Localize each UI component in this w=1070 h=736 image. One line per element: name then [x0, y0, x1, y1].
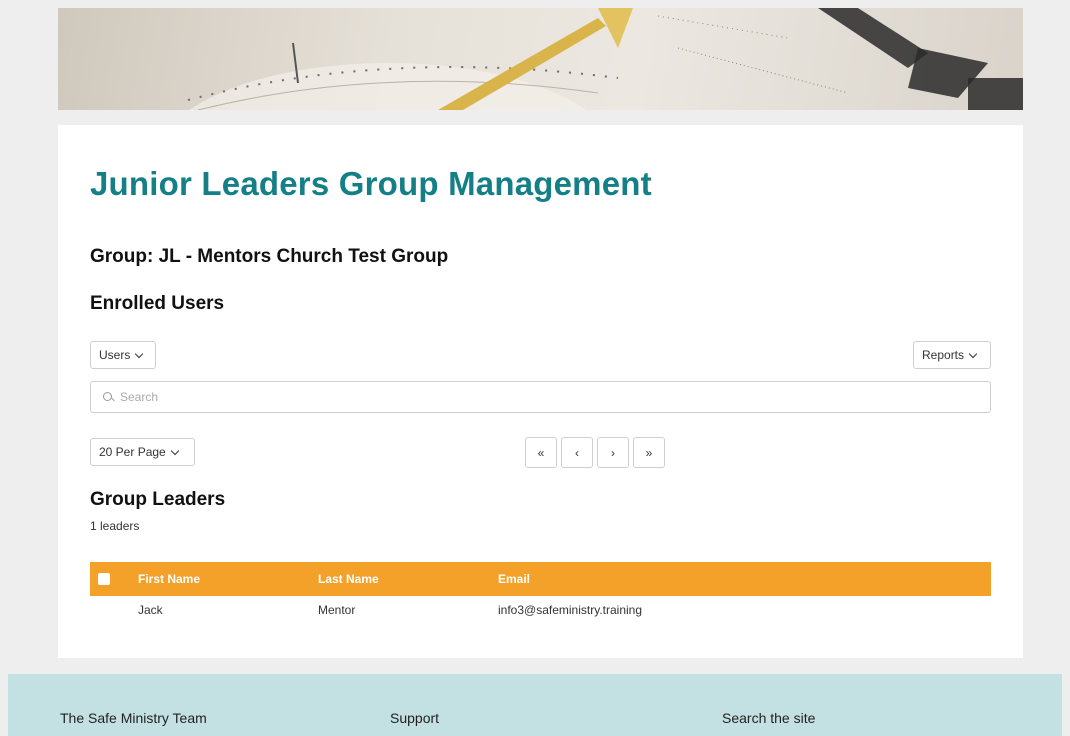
previous-page-button[interactable]: ‹ — [561, 437, 593, 468]
chevron-down-icon — [135, 349, 144, 358]
footer-support: Support — [390, 710, 440, 726]
chevron-down-icon — [968, 349, 978, 358]
next-page-button[interactable]: › — [597, 437, 629, 468]
content-card: Junior Leaders Group Management Group: J… — [58, 125, 1023, 658]
column-header-last-name[interactable]: Last Name — [318, 572, 498, 586]
search-icon — [103, 391, 114, 403]
select-all-checkbox[interactable] — [98, 573, 110, 585]
group-title: Group: JL - Mentors Church Test Group — [90, 246, 449, 267]
enrolled-users-heading: Enrolled Users — [90, 293, 225, 314]
group-leaders-heading: Group Leaders — [90, 489, 226, 510]
per-page-label: 20 Per Page — [99, 445, 166, 459]
search-box[interactable] — [90, 381, 991, 413]
cell-first-name: Jack — [138, 603, 163, 617]
pagination: « ‹ › » — [525, 437, 665, 468]
last-page-button[interactable]: » — [633, 437, 665, 468]
leaders-table: First Name Last Name Email Jack Mentor i… — [90, 562, 991, 624]
site-footer: The Safe Ministry Team Support Search th… — [8, 674, 1062, 736]
reports-dropdown-label: Reports — [922, 348, 965, 362]
users-dropdown-button[interactable]: Users — [90, 341, 156, 369]
cell-last-name: Mentor — [318, 603, 356, 617]
cell-email: info3@safeministry.training — [498, 603, 643, 617]
table-header-row: First Name Last Name Email — [90, 562, 991, 596]
per-page-dropdown-button[interactable]: 20 Per Page — [90, 438, 195, 466]
table-row[interactable]: Jack Mentor info3@safeministry.training — [90, 596, 991, 624]
leaders-count: 1 leaders — [90, 519, 140, 533]
header-banner-image — [58, 8, 1023, 110]
footer-search-the-site: Search the site — [722, 710, 816, 726]
users-dropdown-label: Users — [99, 348, 131, 362]
first-page-button[interactable]: « — [525, 437, 557, 468]
search-input[interactable] — [120, 390, 970, 404]
column-header-email[interactable]: Email — [498, 572, 798, 586]
column-header-first-name[interactable]: First Name — [138, 572, 318, 586]
page-title: Junior Leaders Group Management — [90, 165, 652, 202]
chevron-down-icon — [170, 446, 179, 455]
reports-dropdown-button[interactable]: Reports — [913, 341, 991, 369]
footer-safe-ministry-team: The Safe Ministry Team — [60, 710, 207, 726]
